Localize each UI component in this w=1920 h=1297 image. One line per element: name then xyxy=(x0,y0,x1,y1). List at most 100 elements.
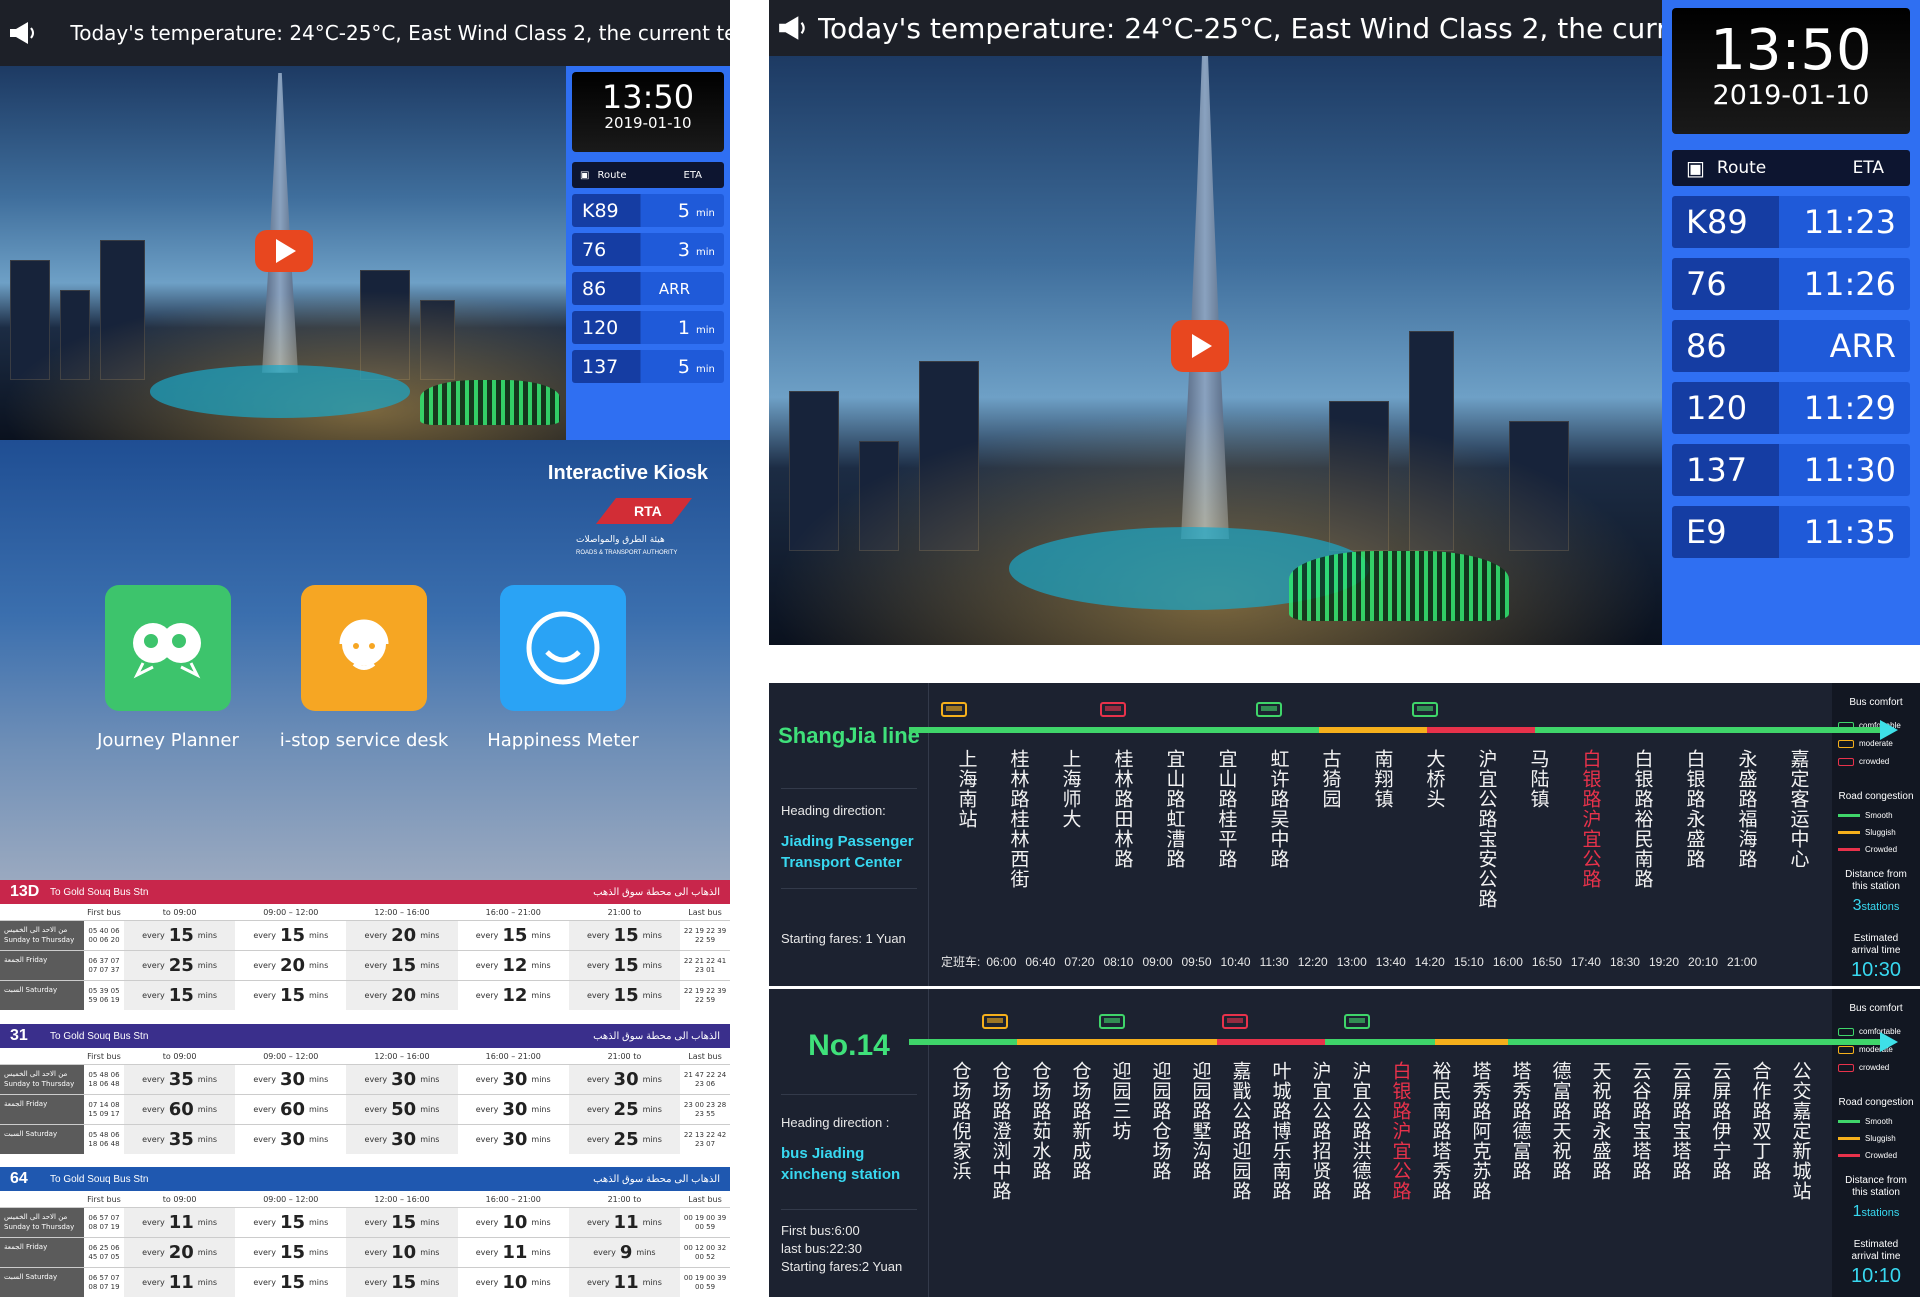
station-stop[interactable]: 上海师大 xyxy=(1045,749,1097,909)
every-label: every xyxy=(253,1135,276,1144)
station-stop[interactable]: 云屏路伊宁路 xyxy=(1701,1061,1741,1201)
last-bus-times: 00 19 00 39 00 59 xyxy=(683,1213,727,1231)
station-stop[interactable]: 合作路双丁路 xyxy=(1741,1061,1781,1201)
bus-icon: ▣ xyxy=(1686,156,1705,180)
route-row[interactable]: 86 ARR xyxy=(1672,320,1910,372)
route-row[interactable]: 120 1 min xyxy=(572,311,724,344)
station-name: 塔秀路德富路 xyxy=(1509,1061,1532,1181)
station-stop[interactable]: 永盛路福海路 xyxy=(1721,749,1773,909)
every-label: every xyxy=(475,931,499,940)
congestion-label: Smooth xyxy=(1865,811,1893,820)
bus-position-icon xyxy=(1344,1014,1370,1029)
route-row[interactable]: 76 11:26 xyxy=(1672,258,1910,310)
departure-time: 10:40 xyxy=(1220,955,1251,969)
every-label: every xyxy=(142,1278,165,1287)
istop-service-desk-app[interactable] xyxy=(301,585,427,711)
station-stop[interactable]: 桂林路田林路 xyxy=(1097,749,1149,909)
play-button[interactable] xyxy=(1171,320,1229,372)
route-row[interactable]: 76 3 min xyxy=(572,233,724,266)
station-stop[interactable]: 白银路裕民南路 xyxy=(1617,749,1669,909)
bus-position-icon xyxy=(941,702,967,717)
station-stop[interactable]: 大桥头 xyxy=(1409,749,1461,909)
station-stop[interactable]: 裕民南路塔秀路 xyxy=(1421,1061,1461,1201)
route-row[interactable]: 120 11:29 xyxy=(1672,382,1910,434)
station-stop[interactable]: 嘉戬公路迎园路 xyxy=(1221,1061,1261,1201)
station-stop[interactable]: 塔秀路阿克苏路 xyxy=(1461,1061,1501,1201)
station-stop[interactable]: 南翔镇 xyxy=(1357,749,1409,909)
station-stop[interactable]: 德富路天祝路 xyxy=(1541,1061,1581,1201)
station-stop[interactable]: 宜山路虹漕路 xyxy=(1149,749,1201,909)
station-stop[interactable]: 塔秀路德富路 xyxy=(1501,1061,1541,1201)
fare-text: Starting fares: 1 Yuan xyxy=(781,931,906,946)
route-row[interactable]: 86 ARR xyxy=(572,272,724,305)
station-stop[interactable]: 天祝路永盛路 xyxy=(1581,1061,1621,1201)
timetable-header-bar: 13D To Gold Souq Bus Stn الذهاب الى محطة س… xyxy=(0,880,730,904)
station-name: 仓场路新成路 xyxy=(1069,1061,1092,1181)
station-stop[interactable]: 上海南站 xyxy=(941,749,993,909)
route-track-segment xyxy=(1535,727,1880,733)
station-stop[interactable]: 古猗园 xyxy=(1305,749,1357,909)
frequency-value: 15 xyxy=(502,925,528,946)
comfort-legend-item: crowded xyxy=(1838,757,1889,766)
departure-time: 16:00 xyxy=(1492,955,1523,969)
first-bus-times: 05 39 05 59 06 19 xyxy=(88,986,120,1004)
station-stop[interactable]: 云屏路宝塔路 xyxy=(1661,1061,1701,1201)
congestion-swatch xyxy=(1838,831,1860,834)
frequency-cell: every 25 mins xyxy=(568,1095,681,1124)
route-row[interactable]: 137 11:30 xyxy=(1672,444,1910,496)
smiley-icon xyxy=(526,611,600,685)
shangjia-line-panel: ShangJia line Heading direction: Jiading… xyxy=(769,683,1920,986)
destination: To Gold Souq Bus Stn xyxy=(50,886,149,898)
column-header: Last bus xyxy=(688,1194,722,1204)
station-stop[interactable]: 公交嘉定新城站 xyxy=(1781,1061,1821,1201)
station-stop[interactable]: 迎园路仓场路 xyxy=(1141,1061,1181,1201)
station-stop[interactable]: 仓场路新成路 xyxy=(1061,1061,1101,1201)
route-row[interactable]: 137 5 min xyxy=(572,350,724,383)
journey-planner-app[interactable] xyxy=(105,585,231,711)
station-stop[interactable]: 宜山路桂平路 xyxy=(1201,749,1253,909)
frequency-cell: every 50 mins xyxy=(346,1095,458,1124)
station-stop[interactable]: 嘉定客运中心 xyxy=(1773,749,1825,909)
station-name: 虹许路吴中路 xyxy=(1267,749,1290,869)
departure-time: 18:30 xyxy=(1609,955,1640,969)
last-bus-times: 22 19 22 39 22 59 xyxy=(683,986,727,1004)
route-number: 64 xyxy=(10,1170,28,1187)
station-stop[interactable]: 云谷路宝塔路 xyxy=(1621,1061,1661,1201)
congestion-legend-item: Smooth xyxy=(1838,1117,1893,1126)
station-stop[interactable]: 仓场路茹水路 xyxy=(1021,1061,1061,1201)
promo-video-right[interactable] xyxy=(769,56,1662,645)
frequency-cell: every 35 mins xyxy=(124,1065,236,1094)
mins-label: mins xyxy=(420,1105,440,1114)
station-stop[interactable]: 白银路沪宜公路 xyxy=(1565,749,1617,909)
station-stop[interactable]: 虹许路吴中路 xyxy=(1253,749,1305,909)
station-stop[interactable]: 沪宜公路洪德路 xyxy=(1341,1061,1381,1201)
route-row[interactable]: K89 11:23 xyxy=(1672,196,1910,248)
departure-time: 12:20 xyxy=(1297,955,1328,969)
line-name: ShangJia line xyxy=(778,723,920,748)
station-stop[interactable]: 桂林路桂林西街 xyxy=(993,749,1045,909)
mins-label: mins xyxy=(197,1248,218,1257)
station-stop[interactable]: 叶城路博乐南路 xyxy=(1261,1061,1301,1201)
station-stop[interactable]: 沪宜公路招贤路 xyxy=(1301,1061,1341,1201)
station-stop[interactable]: 白银路永盛路 xyxy=(1669,749,1721,909)
station-stop[interactable]: 迎园三坊 xyxy=(1101,1061,1141,1201)
first-bus-times: 06 25 06 45 07 05 xyxy=(88,1243,120,1261)
congestion-label: Crowded xyxy=(1865,845,1898,854)
station-name: 叶城路博乐南路 xyxy=(1269,1061,1292,1201)
happiness-meter-app[interactable] xyxy=(500,585,626,711)
station-stop[interactable]: 白银路沪宜公路 xyxy=(1381,1061,1421,1201)
timetable-route-64: 64 To Gold Souq Bus Stn الذهاب الى محطة سو… xyxy=(0,1167,730,1297)
route-row[interactable]: E9 11:35 xyxy=(1672,506,1910,558)
station-stop[interactable]: 沪宜公路宝安公路 xyxy=(1461,749,1513,909)
play-button[interactable] xyxy=(255,230,313,272)
bus-icon xyxy=(1838,1045,1854,1054)
station-stop[interactable]: 仓场路倪家浜 xyxy=(941,1061,981,1201)
route-row[interactable]: K89 5 min xyxy=(572,194,724,227)
station-stop[interactable]: 仓场路澄浏中路 xyxy=(981,1061,1021,1201)
destination-arabic: الذهاب الى محطة سوق الذهب xyxy=(593,1173,720,1185)
frequency-cell: every 15 mins xyxy=(124,921,236,950)
station-stop[interactable]: 迎园路墅沟路 xyxy=(1181,1061,1221,1201)
station-stop[interactable]: 马陆镇 xyxy=(1513,749,1565,909)
station-name: 沪宜公路招贤路 xyxy=(1309,1061,1332,1201)
mins-label: mins xyxy=(309,1075,329,1084)
